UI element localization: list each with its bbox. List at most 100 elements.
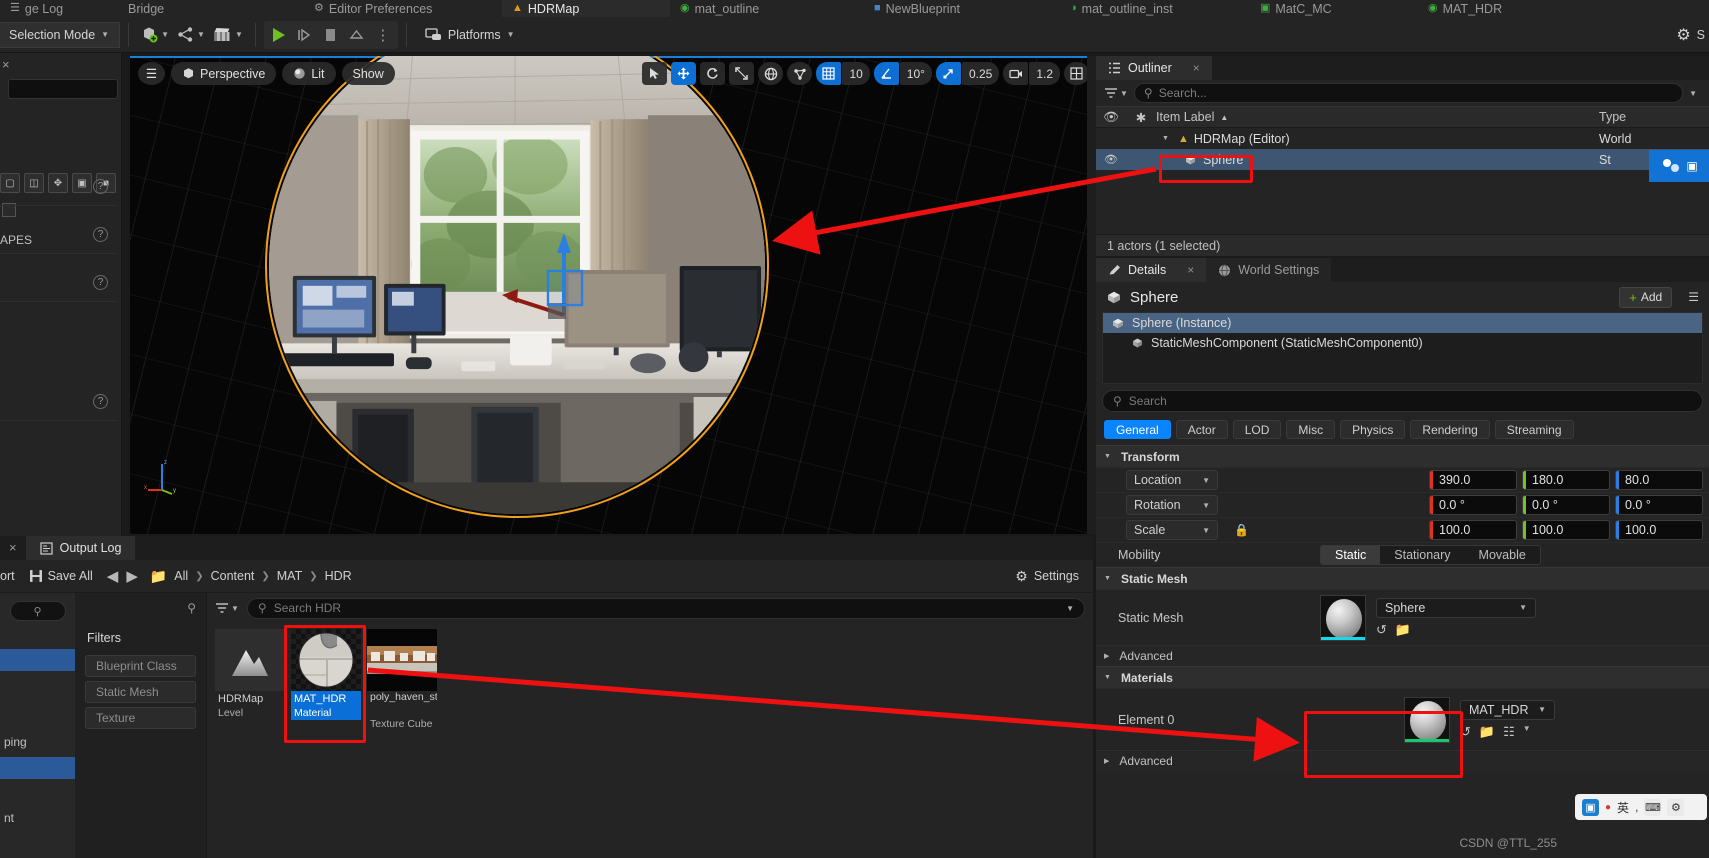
cinematics-button[interactable]: ▼ [209, 22, 247, 48]
material-options-icon[interactable]: ☷ [1503, 724, 1515, 740]
breadcrumb-mat[interactable]: MAT [277, 569, 302, 583]
viewport-view-mode-button[interactable]: Lit [282, 62, 336, 85]
ime-toolbar[interactable]: ▣ ● 英 , ⌨ ⚙ [1575, 794, 1707, 820]
scale-tool-icon[interactable] [729, 62, 755, 85]
scale-snap-value[interactable]: 0.25 [961, 62, 1000, 85]
tab-outliner[interactable]: Outliner × [1096, 56, 1212, 80]
coordinate-space-icon[interactable] [758, 62, 784, 85]
add-component-button[interactable]: + Add [1619, 286, 1673, 308]
content-browser-settings-button[interactable]: ⚙ Settings [1015, 568, 1093, 585]
surface-snap-icon[interactable] [787, 62, 813, 85]
close-icon[interactable]: × [1187, 263, 1194, 277]
floating-overlay-widget[interactable]: ▣ [1649, 150, 1709, 182]
outliner-row-hdrmap[interactable]: ▼ ▲ HDRMap (Editor) World [1096, 128, 1709, 149]
tab-hdrmap[interactable]: ▲ HDRMap [502, 0, 670, 17]
camera-icon[interactable] [1003, 62, 1029, 85]
tab-world-settings[interactable]: World Settings [1206, 258, 1332, 282]
viewport-menu-button[interactable]: ☰ [138, 62, 165, 85]
scale-dropdown[interactable]: Scale ▼ [1126, 520, 1218, 540]
asset-item-poly-haven[interactable]: poly_haven_studio_4k Texture Cube [367, 629, 437, 731]
component-row-sphere-instance[interactable]: Sphere (Instance) [1103, 313, 1702, 333]
chip-physics[interactable]: Physics [1340, 420, 1406, 439]
move-tool-icon[interactable] [671, 62, 697, 85]
mobility-static[interactable]: Static [1321, 546, 1381, 564]
location-z-input[interactable]: 80.0 [1615, 470, 1703, 490]
skip-frame-button[interactable] [292, 22, 318, 48]
grid-snap-icon[interactable] [816, 62, 842, 85]
scale-z-input[interactable]: 100.0 [1615, 520, 1703, 540]
materials-advanced-row[interactable]: ▶ Advanced [1096, 750, 1709, 771]
close-icon[interactable]: × [1193, 61, 1200, 75]
breadcrumb-hdr[interactable]: HDR [325, 569, 352, 583]
mobility-stationary[interactable]: Stationary [1380, 546, 1464, 564]
static-mesh-advanced-row[interactable]: ▶ Advanced [1096, 645, 1709, 666]
section-transform[interactable]: ▼ Transform [1096, 445, 1709, 467]
transform-gizmo[interactable] [502, 219, 612, 329]
column-type[interactable]: Type [1599, 107, 1709, 127]
chip-actor[interactable]: Actor [1175, 420, 1228, 439]
chevron-down-icon[interactable]: ▼ [1689, 89, 1701, 98]
ime-keyboard-icon[interactable]: ⌨ [1644, 798, 1662, 816]
help-icon[interactable]: ? [93, 227, 108, 242]
pinned-column-icon[interactable]: ✱ [1126, 107, 1156, 127]
component-row-staticmesh[interactable]: StaticMeshComponent (StaticMeshComponent… [1103, 333, 1702, 353]
asset-thumbnail[interactable] [367, 629, 437, 691]
scale-snap-icon[interactable] [935, 62, 961, 85]
filter-icon[interactable]: ▼ [215, 602, 239, 614]
lock-icon[interactable]: 🔒 [1234, 523, 1249, 537]
expander-triangle-icon[interactable]: ▼ [1162, 135, 1169, 142]
blueprints-button[interactable]: ▼ [173, 22, 209, 48]
rotation-z-input[interactable]: 0.0 ° [1615, 495, 1703, 515]
placement-item-row[interactable]: ? [0, 168, 118, 206]
chip-streaming[interactable]: Streaming [1494, 420, 1574, 439]
source-item[interactable]: ping [0, 731, 75, 753]
play-button[interactable] [266, 22, 292, 48]
settings-gear-icon[interactable]: ⚙ [1676, 25, 1690, 45]
location-dropdown[interactable]: Location ▼ [1126, 470, 1218, 490]
material-asset-dropdown[interactable]: MAT_HDR ▼ [1460, 699, 1555, 720]
outliner-row-sphere[interactable]: 👁 Sphere St [1096, 149, 1709, 170]
camera-speed-control[interactable]: 1.2 [1003, 62, 1060, 85]
viewport-camera-mode-button[interactable]: Perspective [171, 62, 277, 85]
eject-button[interactable] [344, 22, 370, 48]
platforms-button[interactable]: Platforms ▼ [415, 27, 525, 42]
location-y-input[interactable]: 180.0 [1522, 470, 1610, 490]
grid-snap-value[interactable]: 10 [842, 62, 870, 85]
rotation-dropdown[interactable]: Rotation ▼ [1126, 495, 1218, 515]
static-mesh-asset-dropdown[interactable]: Sphere ▼ [1376, 597, 1536, 618]
search-icon[interactable]: ⚲ [187, 601, 196, 615]
asset-item-mat-hdr[interactable]: MAT_HDR Material [291, 629, 361, 731]
tab-mat-hdr[interactable]: ◉ MAT_HDR [1418, 0, 1709, 17]
help-icon[interactable]: ? [93, 179, 108, 194]
viewport-layout-icon[interactable] [1064, 62, 1089, 85]
camera-speed-value[interactable]: 1.2 [1029, 62, 1060, 85]
tab-details[interactable]: Details × [1096, 258, 1207, 282]
browse-to-asset-icon[interactable]: ↺ [1376, 622, 1387, 638]
tab-output-log[interactable]: ☰ ge Log [0, 0, 118, 17]
filter-texture[interactable]: Texture [85, 707, 196, 729]
help-icon[interactable]: ? [93, 394, 108, 409]
visibility-toggle[interactable]: 👁 [1096, 153, 1126, 166]
selection-mode-dropdown[interactable]: Selection Mode ▼ [0, 21, 121, 48]
select-tool-icon[interactable] [642, 62, 668, 85]
help-icon[interactable]: ? [93, 275, 108, 290]
details-search-input[interactable]: ⚲ Search [1102, 390, 1703, 412]
section-materials[interactable]: ▼ Materials [1096, 666, 1709, 688]
angle-snap-icon[interactable] [873, 62, 899, 85]
filter-icon[interactable]: ▼ [1104, 87, 1128, 99]
level-viewport[interactable]: z x y ☰ Perspective Lit Show 10 10° 0.25… [130, 56, 1093, 534]
play-options-button[interactable]: ⋮ [370, 22, 396, 48]
source-item[interactable]: nt [0, 807, 75, 829]
tab-output-log[interactable]: Output Log [25, 536, 136, 560]
rotation-x-input[interactable]: 0.0 ° [1429, 495, 1517, 515]
static-mesh-thumbnail[interactable] [1320, 594, 1366, 641]
ime-punctuation-label[interactable]: , [1635, 800, 1638, 814]
breadcrumb-all[interactable]: All [174, 569, 188, 583]
details-options-icon[interactable]: ☰ [1688, 290, 1699, 304]
column-item-label[interactable]: Item Label [1156, 110, 1214, 124]
tab-editor-preferences[interactable]: ⚙ Editor Preferences [304, 0, 502, 17]
import-button[interactable]: ort [0, 569, 15, 583]
stop-button[interactable] [318, 22, 344, 48]
ime-language-label[interactable]: 英 [1617, 799, 1629, 816]
tab-mat-outline-inst[interactable]: ◑ mat_outline_inst [1060, 0, 1250, 17]
